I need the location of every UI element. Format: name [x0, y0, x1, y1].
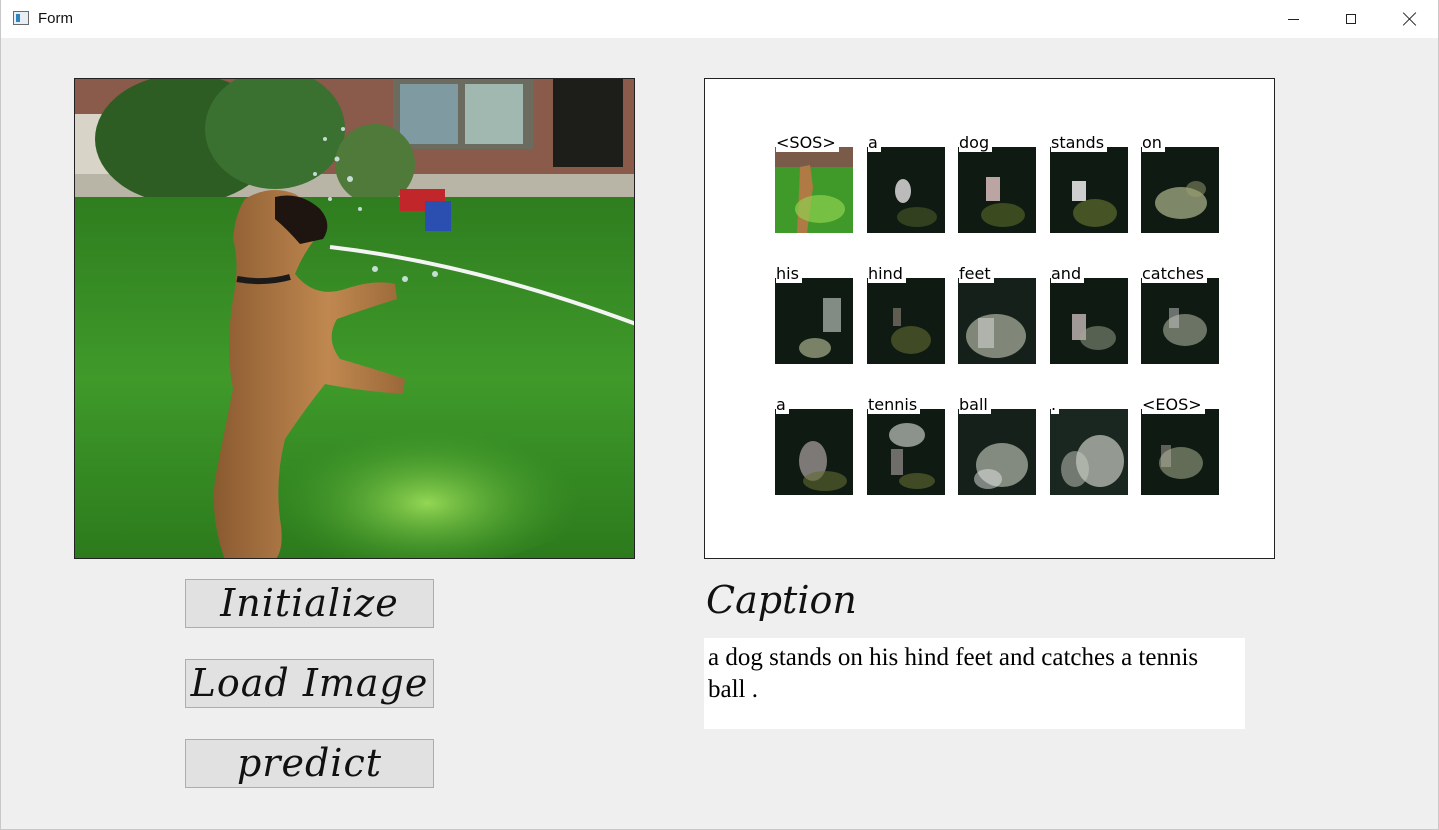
- title-bar[interactable]: Form: [1, 0, 1438, 38]
- attention-cell: on: [1141, 133, 1219, 233]
- initialize-button[interactable]: Initialize: [185, 579, 434, 628]
- attention-thumbnail: [958, 278, 1036, 364]
- attention-cell: <EOS>: [1141, 395, 1219, 495]
- attention-thumbnail: [867, 409, 945, 495]
- predict-button[interactable]: predict: [185, 739, 434, 788]
- minimize-button[interactable]: [1264, 0, 1322, 38]
- attention-word: on: [1142, 133, 1165, 152]
- attention-thumbnail: [1141, 147, 1219, 233]
- caption-output[interactable]: a dog stands on his hind feet and catche…: [704, 638, 1245, 729]
- attention-cell: hind: [867, 264, 945, 364]
- app-icon: [13, 11, 29, 25]
- attention-thumbnail: [958, 147, 1036, 233]
- attention-cell: and: [1050, 264, 1128, 364]
- maximize-button[interactable]: [1322, 0, 1380, 38]
- caption-heading: Caption: [706, 578, 857, 622]
- attention-word: feet: [959, 264, 994, 283]
- dog-photo-illustration: [75, 79, 634, 558]
- attention-word: dog: [959, 133, 993, 152]
- attention-thumbnail: [1141, 278, 1219, 364]
- form-window: Form Initialize Load Image predict <SOS>…: [0, 0, 1439, 830]
- attention-word: a: [868, 133, 881, 152]
- attention-word: a: [776, 395, 789, 414]
- attention-thumbnail: [1050, 409, 1128, 495]
- attention-thumbnail: [775, 278, 853, 364]
- attention-cell: a: [775, 395, 853, 495]
- close-icon: [1403, 12, 1417, 26]
- attention-thumbnail: [867, 278, 945, 364]
- attention-word: <SOS>: [776, 133, 839, 152]
- attention-cell: dog: [958, 133, 1036, 233]
- attention-word: tennis: [868, 395, 921, 414]
- attention-word: .: [1051, 395, 1060, 414]
- attention-thumbnail: [775, 409, 853, 495]
- attention-thumbnail: [775, 147, 853, 233]
- attention-word: ball: [959, 395, 991, 414]
- load-image-button[interactable]: Load Image: [185, 659, 434, 708]
- attention-thumbnail: [958, 409, 1036, 495]
- attention-cell: stands: [1050, 133, 1128, 233]
- window-title: Form: [38, 10, 73, 27]
- maximize-icon: [1346, 14, 1356, 24]
- attention-cell: catches: [1141, 264, 1219, 364]
- attention-thumbnail: [1050, 278, 1128, 364]
- attention-cell: <SOS>: [775, 133, 853, 233]
- attention-word: <EOS>: [1142, 395, 1205, 414]
- minimize-icon: [1287, 18, 1299, 20]
- input-image: [74, 78, 635, 559]
- attention-word: hind: [868, 264, 906, 283]
- attention-thumbnail: [1141, 409, 1219, 495]
- attention-thumbnail: [1050, 147, 1128, 233]
- attention-word: catches: [1142, 264, 1207, 283]
- attention-cell: his: [775, 264, 853, 364]
- attention-cell: a: [867, 133, 945, 233]
- attention-word: stands: [1051, 133, 1108, 152]
- attention-cell: tennis: [867, 395, 945, 495]
- attention-cell: feet: [958, 264, 1036, 364]
- attention-visualization: <SOS> a dog stands on his hind feet and …: [704, 78, 1275, 559]
- attention-word: and: [1051, 264, 1085, 283]
- attention-cell: ball: [958, 395, 1036, 495]
- attention-word: his: [776, 264, 802, 283]
- close-button[interactable]: [1381, 0, 1439, 38]
- attention-cell: .: [1050, 395, 1128, 495]
- attention-thumbnail: [867, 147, 945, 233]
